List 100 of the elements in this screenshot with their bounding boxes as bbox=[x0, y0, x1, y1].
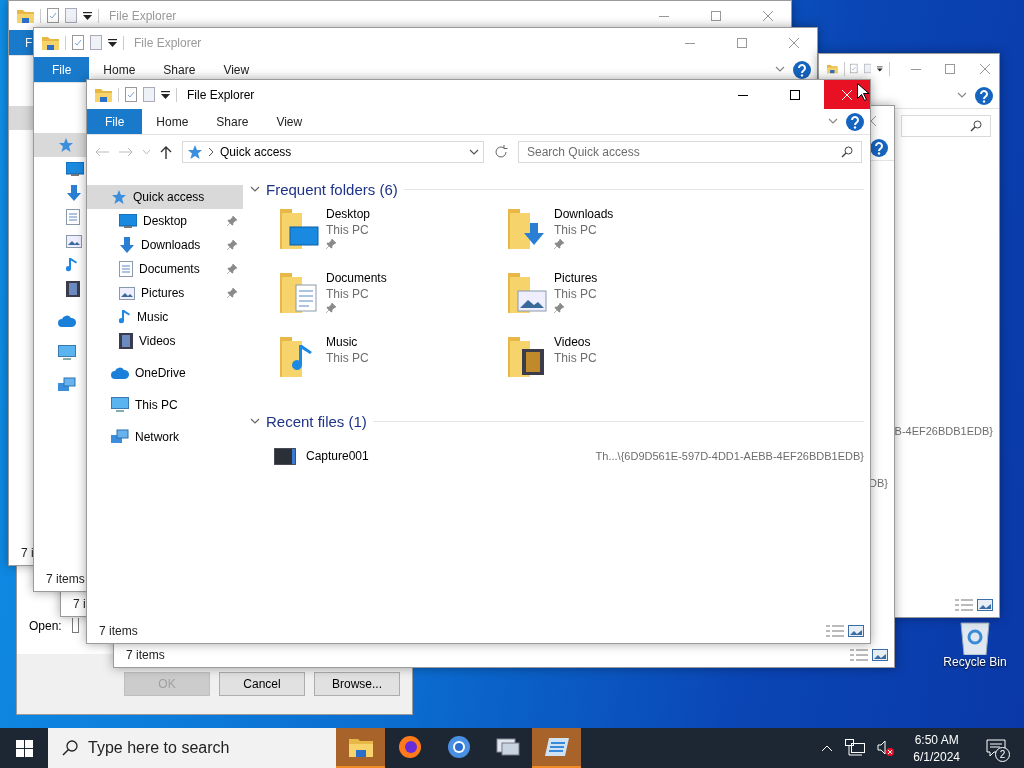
dropdown-icon[interactable] bbox=[108, 38, 117, 47]
taskbar-search-field[interactable]: Type here to search bbox=[48, 728, 336, 768]
notifications-button[interactable]: 2 bbox=[976, 728, 1016, 768]
refresh-icon bbox=[494, 145, 508, 159]
nav-item[interactable]: Pictures bbox=[87, 281, 243, 305]
chevron-up-icon bbox=[821, 744, 834, 752]
folder-picture-icon bbox=[508, 271, 548, 313]
properties-icon[interactable] bbox=[125, 87, 137, 102]
help-icon[interactable] bbox=[793, 60, 811, 79]
file-name[interactable]: Capture001 bbox=[306, 449, 369, 463]
details-view-icon[interactable] bbox=[955, 599, 973, 611]
nav-item[interactable]: Desktop bbox=[87, 209, 243, 233]
cloud-icon bbox=[58, 315, 76, 327]
large-icons-view-icon[interactable] bbox=[977, 599, 993, 611]
help-icon[interactable] bbox=[975, 86, 993, 105]
ribbon-tab[interactable]: Home bbox=[89, 57, 150, 82]
large-icons-view-icon[interactable] bbox=[848, 625, 864, 637]
open-field[interactable] bbox=[71, 618, 79, 633]
forward-button[interactable] bbox=[119, 147, 133, 157]
star-icon bbox=[187, 144, 203, 160]
refresh-button[interactable] bbox=[494, 145, 508, 159]
help-icon[interactable] bbox=[846, 112, 864, 131]
pin-icon bbox=[227, 240, 237, 250]
folder-location: This PC bbox=[554, 223, 598, 237]
file-path: Th...\{6D9D561E-597D-4DD1-AEBB-4EF26BDB1EDB} bbox=[595, 450, 864, 462]
search-field[interactable]: Search Quick access bbox=[518, 141, 862, 163]
expand-ribbon-icon[interactable] bbox=[828, 118, 838, 125]
ribbon-tab[interactable]: Home bbox=[142, 109, 203, 134]
folder-icon bbox=[17, 8, 34, 23]
nav-item[interactable]: Network bbox=[87, 425, 243, 449]
search-field[interactable] bbox=[901, 115, 991, 137]
nav-item[interactable]: Quick access bbox=[87, 185, 243, 209]
ribbon-tab[interactable]: F bbox=[9, 30, 34, 55]
details-view-icon[interactable] bbox=[850, 649, 868, 661]
close-icon bbox=[763, 10, 773, 21]
dropdown-icon[interactable] bbox=[161, 90, 170, 99]
folder-name[interactable]: Pictures bbox=[554, 271, 598, 285]
new-folder-icon[interactable] bbox=[65, 8, 77, 23]
ribbon-tab[interactable]: View bbox=[209, 57, 264, 82]
expand-ribbon-icon[interactable] bbox=[775, 66, 785, 73]
folder-name[interactable]: Downloads bbox=[554, 207, 614, 221]
ribbon-tab[interactable]: File bbox=[34, 57, 90, 82]
help-icon[interactable] bbox=[870, 138, 888, 157]
maximize-icon bbox=[790, 89, 800, 100]
ribbon-tab[interactable]: View bbox=[262, 109, 317, 134]
desktop-icon-label: Recycle Bin bbox=[943, 655, 1007, 669]
folder-name[interactable]: Videos bbox=[554, 335, 597, 349]
chevron-down-icon bbox=[143, 149, 150, 155]
folder-name[interactable]: Documents bbox=[326, 271, 387, 285]
new-folder-icon[interactable] bbox=[90, 35, 102, 50]
nav-item[interactable]: Documents bbox=[87, 257, 243, 281]
properties-icon[interactable] bbox=[47, 8, 59, 23]
section-heading[interactable]: Recent files (1) bbox=[266, 412, 367, 430]
network-icon bbox=[58, 377, 76, 393]
recent-locations-button[interactable] bbox=[143, 149, 150, 155]
properties-icon[interactable] bbox=[72, 35, 84, 50]
up-button[interactable] bbox=[160, 145, 172, 159]
computer-icon bbox=[58, 345, 76, 361]
search-icon bbox=[970, 120, 982, 132]
chevron-down-icon[interactable] bbox=[250, 185, 260, 193]
large-icons-view-icon[interactable] bbox=[872, 649, 888, 661]
dialog-button[interactable]: Cancel bbox=[219, 672, 305, 696]
pin-icon bbox=[554, 239, 564, 249]
back-button[interactable] bbox=[95, 147, 109, 157]
item-count: 7 items bbox=[126, 648, 166, 662]
ribbon-tab[interactable]: Share bbox=[202, 109, 263, 134]
pin-icon bbox=[326, 303, 336, 313]
properties-icon[interactable] bbox=[850, 61, 858, 76]
nav-item[interactable]: OneDrive bbox=[87, 361, 243, 385]
document-icon bbox=[119, 261, 133, 277]
recycle-bin-icon[interactable] bbox=[958, 619, 992, 655]
network-status-button[interactable] bbox=[843, 737, 868, 759]
dialog-button[interactable]: Browse... bbox=[314, 672, 400, 696]
folder-name[interactable]: Desktop bbox=[326, 207, 371, 221]
maximize-icon bbox=[711, 10, 721, 21]
section-heading[interactable]: Frequent folders (6) bbox=[266, 180, 398, 198]
expand-ribbon-icon[interactable] bbox=[957, 92, 967, 99]
left-arrow-icon bbox=[95, 147, 109, 157]
nav-item[interactable]: Videos bbox=[87, 329, 243, 353]
nav-item[interactable]: Downloads bbox=[87, 233, 243, 257]
nav-item[interactable]: Music bbox=[87, 305, 243, 329]
ribbon-tab[interactable]: Share bbox=[149, 57, 210, 82]
muted-speaker-icon bbox=[877, 740, 896, 756]
address-field[interactable]: Quick access bbox=[182, 141, 484, 163]
dropdown-icon[interactable] bbox=[83, 11, 92, 20]
new-folder-icon[interactable] bbox=[143, 87, 155, 102]
folder-name[interactable]: Music bbox=[326, 335, 369, 349]
down-arrow-icon bbox=[119, 237, 135, 253]
film-icon bbox=[66, 281, 80, 297]
nav-item[interactable]: This PC bbox=[87, 393, 243, 417]
monitor-app-icon bbox=[495, 736, 520, 758]
chevron-down-icon[interactable] bbox=[250, 417, 260, 425]
clock[interactable]: 6:50 AM 6/1/2024 bbox=[905, 732, 968, 764]
details-view-icon[interactable] bbox=[826, 625, 844, 637]
close-button[interactable] bbox=[824, 80, 870, 109]
chevron-down-icon[interactable] bbox=[469, 148, 479, 156]
music-note-icon bbox=[119, 309, 131, 325]
maximize-icon bbox=[945, 63, 956, 74]
close-icon bbox=[979, 63, 990, 74]
ribbon-tab[interactable]: File bbox=[87, 109, 143, 134]
